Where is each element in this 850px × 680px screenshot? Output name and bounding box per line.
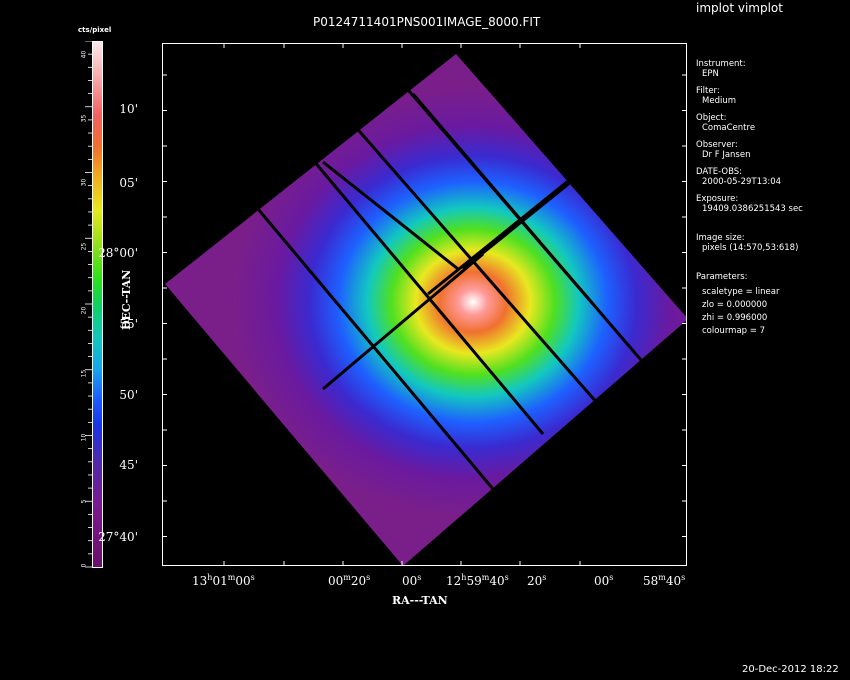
param-zlo: zlo = 0.000000 (702, 300, 768, 310)
parameters-label: Parameters: (696, 272, 748, 282)
ra-tick-part: 58 (643, 574, 659, 588)
filter-label: Filter: (696, 86, 720, 96)
image-size-label: Image size: (696, 233, 745, 243)
ra-tick-part: s (681, 573, 686, 582)
ra-tick-label: 58m40s (643, 573, 685, 588)
ra-tick-part: s (250, 573, 255, 582)
param-colourmap: colourmap = 7 (702, 326, 765, 336)
dec-tick-label: 50' (119, 388, 138, 402)
ra-tick-part: s (542, 573, 547, 582)
ra-tick-part: 00 (402, 574, 418, 588)
ra-tick-label: 00m20s (328, 573, 370, 588)
ra-tick-part: 12 (446, 574, 462, 588)
footer-timestamp: 20-Dec-2012 18:22 (742, 664, 839, 675)
exposure-value: 19409.0386251543 sec (702, 204, 803, 214)
ra-tick-label: 00s (402, 573, 421, 588)
dec-tick-label: 05' (119, 176, 138, 190)
ra-tick-label: 12h59m40s (446, 573, 509, 588)
param-zhi: zhi = 0.996000 (702, 313, 768, 323)
observer-value: Dr F Jansen (702, 150, 751, 160)
ra-tick-part: m (343, 573, 351, 582)
dec-tick-label: 27°40' (98, 530, 138, 544)
filter-value: Medium (702, 96, 736, 106)
ra-tick-part: s (366, 573, 371, 582)
param-scaletype: scaletype = linear (702, 287, 780, 297)
ra-tick-part: 00 (328, 574, 344, 588)
instrument-label: Instrument: (696, 59, 746, 69)
ra-tick-part: 40 (489, 574, 505, 588)
ra-tick-label: 20s (527, 573, 546, 588)
ra-tick-part: m (658, 573, 666, 582)
object-value: ComaCentre (702, 123, 756, 133)
ra-tick-part: 20 (350, 574, 367, 588)
dec-tick-label: 28°00' (98, 246, 138, 260)
date-value: 2000-05-29T13:04 (702, 177, 782, 187)
observer-label: Observer: (696, 140, 738, 150)
date-label: DATE-OBS: (696, 167, 743, 177)
ra-tick-part: s (609, 573, 614, 582)
ra-tick-label: 13h01m00s (192, 573, 255, 588)
implot-window: implot vimplot P0124711401PNS001IMAGE_80… (0, 0, 850, 680)
ra-tick-part: 40 (665, 574, 682, 588)
ra-tick-label: 00s (594, 573, 613, 588)
ra-tick-part: s (417, 573, 422, 582)
ra-tick-part: 20 (527, 574, 543, 588)
dec-tick-label: 10' (119, 102, 138, 116)
ra-axis-title: RA---TAN (392, 594, 448, 607)
ra-tick-part: 59 (466, 574, 482, 588)
ra-tick-part: 01 (212, 574, 228, 588)
ra-tick-part: s (504, 573, 509, 582)
ra-tick-part: 00 (235, 574, 251, 588)
image-size-value: pixels (14:570,53:618) (702, 243, 799, 253)
ra-tick-part: 13 (192, 574, 208, 588)
instrument-value: EPN (702, 69, 719, 79)
ra-tick-part: 00 (594, 574, 610, 588)
dec-tick-label: 45' (119, 458, 138, 472)
exposure-label: Exposure: (696, 194, 739, 204)
object-label: Object: (696, 113, 727, 123)
dec-axis-title: DEC--TAN (120, 269, 133, 330)
